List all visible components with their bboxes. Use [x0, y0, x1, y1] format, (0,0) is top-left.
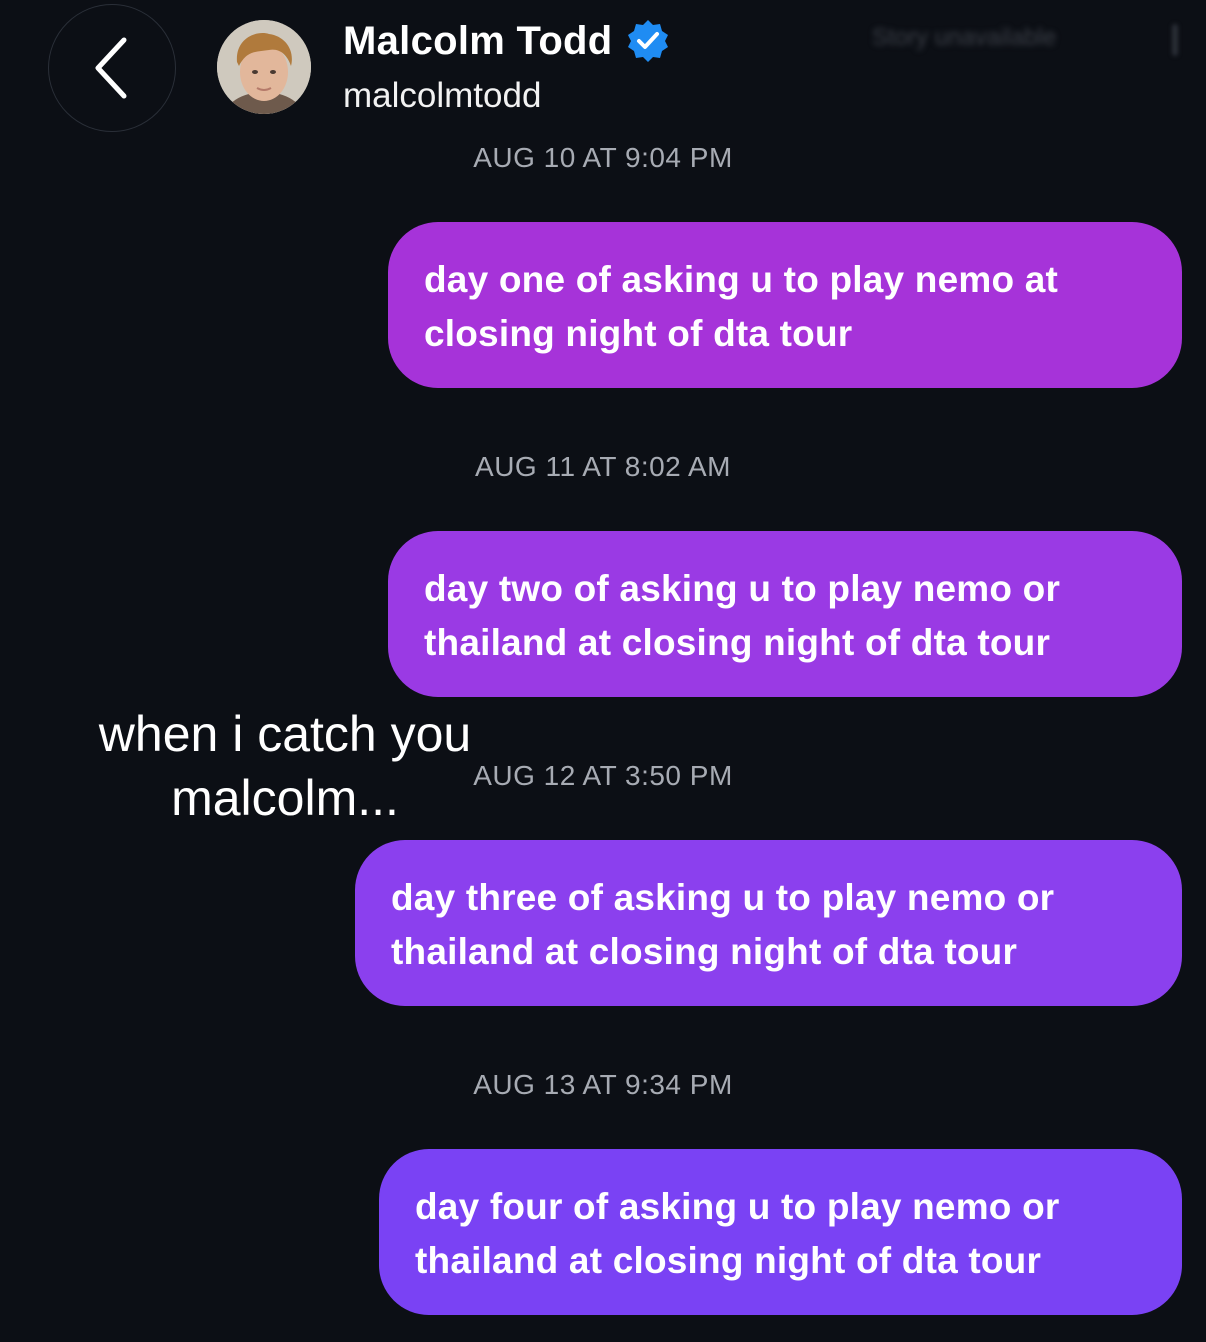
- message-timestamp: AUG 13 AT 9:34 PM: [473, 1069, 733, 1100]
- story-divider: [1172, 24, 1178, 56]
- verified-badge-icon: [627, 20, 668, 62]
- chevron-left-icon: [95, 37, 127, 99]
- message-bubble[interactable]: day four of asking u to play nemo or tha…: [379, 1149, 1182, 1315]
- story-status: Story unavailable: [872, 24, 1057, 51]
- overlay-caption: when i catch you malcolm...: [98, 706, 472, 826]
- avatar[interactable]: [217, 20, 311, 114]
- message-timestamp: AUG 11 AT 8:02 AM: [475, 451, 731, 482]
- message-bubble[interactable]: day one of asking u to play nemo at clos…: [388, 222, 1182, 388]
- back-button[interactable]: [48, 4, 176, 132]
- profile-name-row[interactable]: Malcolm Todd: [343, 18, 671, 64]
- avatar-image: [217, 20, 311, 114]
- profile-name: Malcolm Todd: [343, 18, 613, 63]
- message-bubble[interactable]: day three of asking u to play nemo or th…: [355, 840, 1182, 1006]
- message-timestamp: AUG 10 AT 9:04 PM: [473, 142, 733, 173]
- message-bubble[interactable]: day two of asking u to play nemo or thai…: [388, 531, 1182, 697]
- profile-handle: malcolmtodd: [343, 76, 542, 115]
